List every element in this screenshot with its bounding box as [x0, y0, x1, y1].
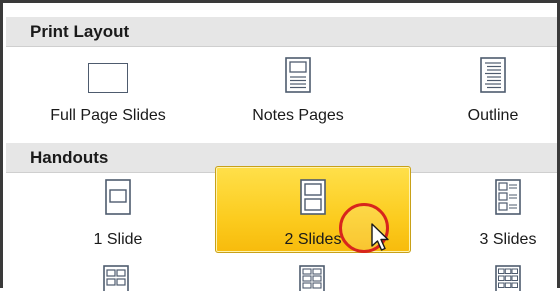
outline-icon: [480, 57, 506, 98]
outline-label: Outline: [467, 107, 519, 124]
one-slide-option[interactable]: 1 Slide: [63, 175, 173, 255]
four-slides-icon[interactable]: [103, 265, 129, 296]
print-layout-gallery: Print Layout Full Page Slides Notes Page…: [0, 0, 560, 296]
two-slides-icon: [300, 179, 326, 220]
three-slides-icon: [495, 179, 521, 220]
notes-pages-label: Notes Pages: [252, 107, 344, 124]
one-slide-label: 1 Slide: [93, 231, 143, 248]
print-layout-header: Print Layout: [6, 17, 557, 47]
three-slides-label: 3 Slides: [479, 231, 537, 248]
one-slide-icon: [105, 179, 131, 220]
six-slides-icon[interactable]: [299, 265, 325, 296]
three-slides-option[interactable]: 3 Slides: [463, 175, 553, 255]
nine-slides-icon[interactable]: [495, 265, 521, 296]
full-page-slides-option[interactable]: Full Page Slides: [33, 55, 183, 135]
notes-page-icon: [285, 57, 311, 98]
outline-option[interactable]: Outline: [443, 55, 543, 135]
full-page-slides-label: Full Page Slides: [50, 107, 166, 124]
notes-pages-option[interactable]: Notes Pages: [223, 55, 373, 135]
mouse-pointer-icon: [371, 223, 393, 258]
full-page-slide-icon: [88, 63, 128, 93]
